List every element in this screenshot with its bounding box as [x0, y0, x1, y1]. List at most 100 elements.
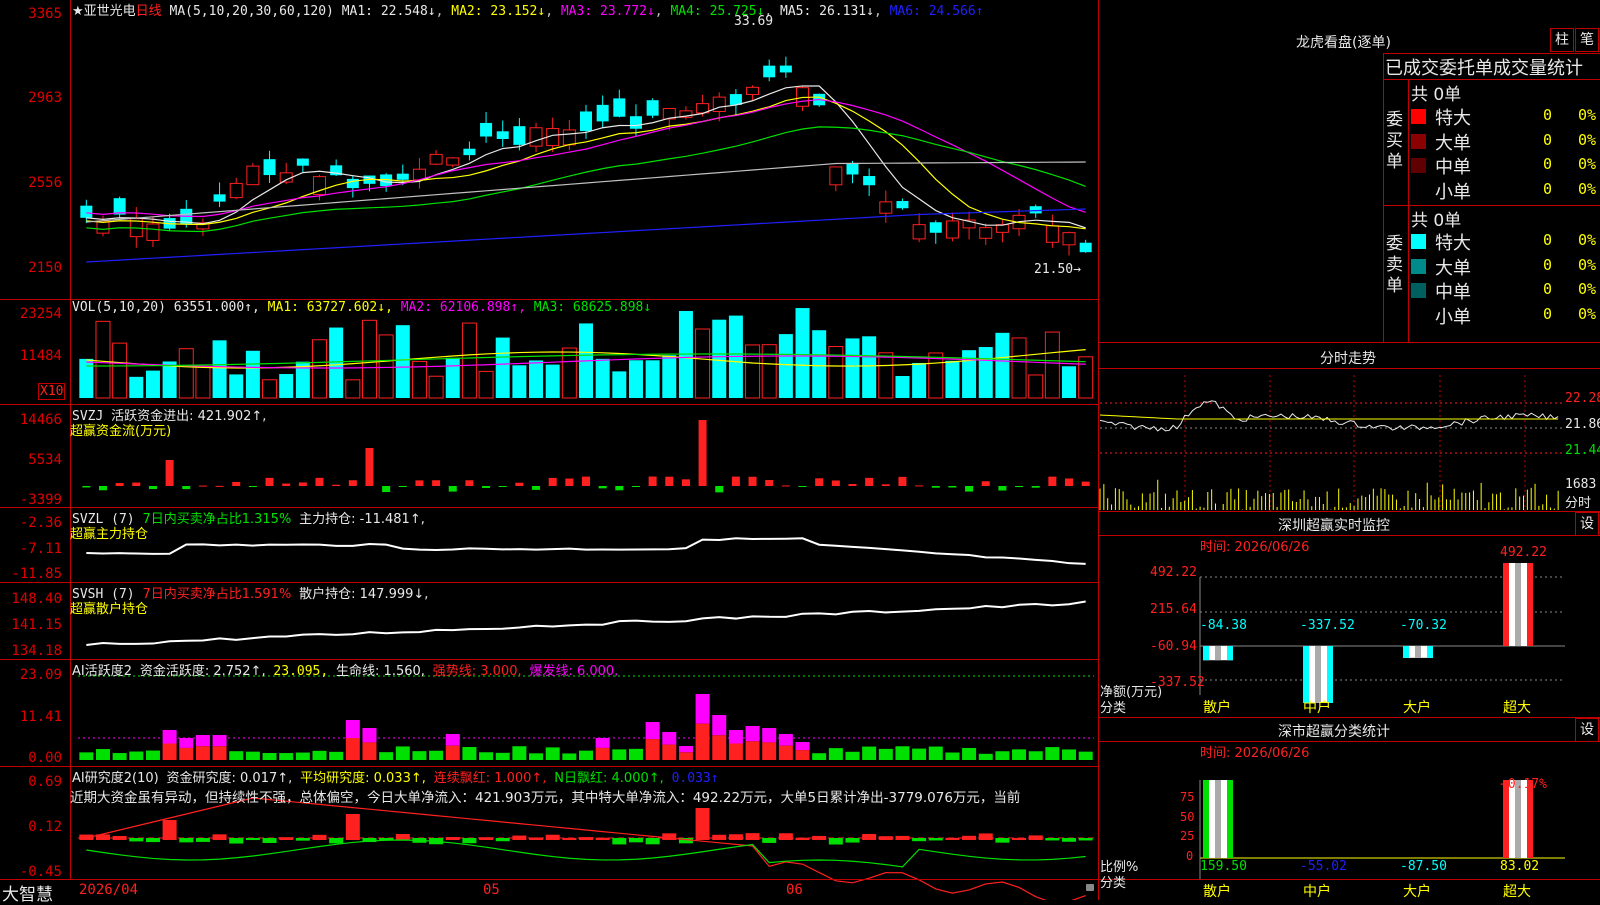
vol-bar-up	[345, 379, 361, 399]
monitor-settings-button[interactable]: 设	[1575, 512, 1599, 536]
vol-bar-down	[245, 350, 260, 398]
candle-down	[729, 94, 742, 105]
candle-down	[929, 222, 942, 233]
classify-category: 大户	[1403, 884, 1431, 900]
candle-up	[229, 182, 243, 199]
monitor-y: 492.22	[1150, 565, 1197, 580]
order-percent: 0%	[1578, 179, 1597, 198]
vol-bar-down	[1062, 366, 1077, 398]
ai-bar-hot	[345, 720, 360, 738]
y-label: -7.11	[19, 541, 62, 557]
ai-bar-red	[179, 747, 194, 760]
order-color-swatch	[1411, 182, 1426, 198]
lock-icon[interactable]	[1086, 884, 1094, 891]
ai-bar-red	[162, 743, 177, 760]
flow-bar	[132, 482, 141, 486]
ai2-bar	[1078, 838, 1093, 841]
ai-bar-green	[978, 753, 993, 760]
flow-bar	[948, 486, 957, 488]
ai2-bar	[862, 833, 877, 840]
divider-vertical	[1098, 0, 1099, 900]
vol-bar-down	[395, 325, 410, 398]
order-percent: 0%	[1578, 280, 1597, 298]
flow-bar	[1048, 476, 1057, 486]
flow-bar	[482, 486, 491, 488]
vol-bar-down	[862, 336, 877, 398]
classify-divider	[1098, 741, 1600, 742]
vol-bar-down	[229, 374, 244, 398]
period-label[interactable]: 日线	[136, 4, 162, 19]
order-color-swatch	[1411, 258, 1426, 274]
monitor-value-label: -84.38	[1200, 618, 1247, 633]
flow-bar	[1081, 481, 1090, 486]
tick-mode-button[interactable]: 笔	[1575, 28, 1599, 52]
ai-bar-green	[862, 746, 877, 760]
classify-value-label: -87.50	[1400, 859, 1447, 874]
flow-bar	[348, 480, 357, 486]
svsh-ratio: 7日内买卖净占比1.591%	[142, 587, 292, 602]
y-label: 0.12	[28, 819, 62, 835]
candle-up	[829, 166, 843, 186]
ai-bar-hot	[695, 694, 710, 724]
order-size-label: 大单	[1435, 132, 1471, 154]
vol-bar-up	[1078, 356, 1094, 399]
ai-bar-red	[762, 742, 777, 760]
vol-bar-up	[695, 328, 711, 399]
flow-bar	[232, 481, 241, 486]
ai2-bar	[479, 837, 494, 840]
lhb-divider	[1383, 53, 1384, 342]
vol-bar-down	[529, 360, 544, 398]
app-logo[interactable]: 大智慧	[2, 880, 53, 905]
y-label: 148.40	[11, 591, 62, 607]
ai-bar-hot	[645, 722, 660, 740]
order-color-swatch	[1411, 307, 1426, 323]
flow-bar	[98, 486, 107, 491]
ai-bar-red	[778, 745, 793, 760]
ai2-bar	[329, 838, 344, 844]
ai-bar-green	[262, 753, 277, 760]
ai-bar-red	[695, 723, 710, 760]
classify-value-label: -55.02	[1300, 859, 1347, 874]
ai2-bar	[1028, 835, 1043, 840]
candle-up	[1045, 225, 1059, 243]
ai2-line-green	[86, 839, 1086, 868]
candle-down	[263, 159, 276, 176]
vol-bar-down	[662, 355, 677, 398]
vol-bar-down	[162, 361, 177, 398]
monitor-category: 大户	[1403, 700, 1431, 716]
y-label: 0.00	[28, 750, 62, 766]
ai2-bar	[895, 835, 910, 840]
svsh-sub: 超赢散户持仓	[70, 602, 149, 617]
classify-settings-button[interactable]: 设	[1575, 718, 1599, 742]
stock-name[interactable]: ★亚世光电	[72, 4, 136, 19]
bar-mode-button[interactable]: 柱	[1550, 28, 1574, 52]
flow-bar	[465, 480, 474, 486]
flow-bar	[681, 479, 690, 486]
classify-bar-edge	[1203, 780, 1209, 858]
flow-bar	[815, 478, 824, 486]
candle-up	[912, 224, 926, 240]
ai-bar-green	[878, 748, 893, 760]
ai-bar-hot	[745, 726, 760, 742]
flow-bar	[115, 483, 124, 486]
ai-bar-red	[662, 744, 677, 760]
monitor-category: 中户	[1303, 700, 1331, 716]
ai2-c: 连续飘红: 1.000↑,	[433, 771, 547, 786]
ai-bar-green	[229, 751, 244, 760]
ai1-a: 资金活跃度: 2.752↑,	[139, 664, 266, 679]
vol-bar-up	[378, 334, 394, 399]
flow-bar	[1031, 486, 1040, 488]
flow-bar	[798, 486, 807, 487]
flow-bar	[532, 486, 541, 490]
lhb-tabs[interactable]: 已成交委托单成交量统计	[1385, 54, 1583, 80]
candle-up	[879, 201, 893, 214]
ai2-bar	[745, 833, 760, 840]
candle-down	[213, 194, 226, 202]
ai-bar-hot	[195, 735, 210, 747]
candle-down	[480, 122, 493, 137]
ai2-bar	[795, 837, 810, 840]
ai-bar-green	[845, 751, 860, 760]
vol-name: VOL(5,10,20)	[72, 300, 166, 315]
candle-down	[846, 163, 859, 175]
vol-bar-up	[1028, 374, 1044, 399]
